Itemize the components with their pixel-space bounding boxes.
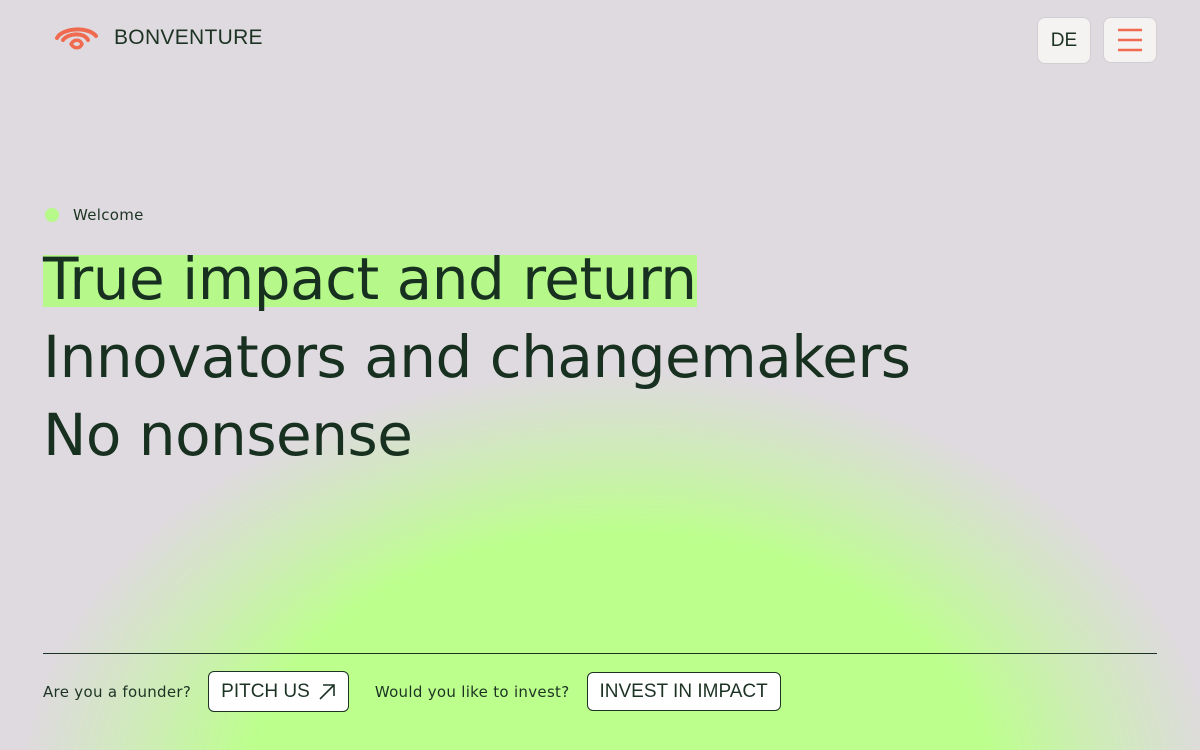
bonventure-logo-icon bbox=[55, 27, 98, 50]
cta-row: Are you a founder? PITCH US Would you li… bbox=[43, 671, 781, 712]
headline-line-2: Innovators and changemakers bbox=[43, 323, 911, 391]
hero-section: Welcome True impact and return Innovator… bbox=[43, 204, 1153, 474]
arrow-up-right-icon bbox=[319, 683, 335, 700]
eyebrow: Welcome bbox=[43, 204, 1153, 226]
invest-in-impact-button[interactable]: INVEST IN IMPACT bbox=[586, 672, 781, 711]
headline-line-1: True impact and return bbox=[43, 240, 1153, 318]
brand-name: BONVENTURE bbox=[114, 26, 263, 49]
investor-question: Would you like to invest? bbox=[374, 682, 570, 701]
home-logo-link[interactable]: BONVENTURE bbox=[54, 24, 263, 52]
headline-line-3: No nonsense bbox=[43, 401, 413, 469]
invest-in-impact-label: INVEST IN IMPACT bbox=[599, 680, 768, 702]
status-dot-icon bbox=[45, 208, 59, 222]
headline-highlight: True impact and return bbox=[43, 245, 697, 313]
divider bbox=[43, 653, 1157, 654]
pitch-us-label: PITCH US bbox=[221, 680, 310, 702]
site-header: BONVENTURE DE bbox=[0, 0, 1200, 80]
hero-headline: True impact and return Innovators and ch… bbox=[43, 240, 1153, 474]
pitch-us-button[interactable]: PITCH US bbox=[208, 671, 349, 712]
menu-button[interactable] bbox=[1103, 17, 1157, 63]
hamburger-menu-icon bbox=[1118, 28, 1142, 52]
eyebrow-label: Welcome bbox=[73, 206, 144, 224]
founder-question: Are you a founder? bbox=[43, 682, 192, 701]
language-switch-button[interactable]: DE bbox=[1037, 17, 1091, 64]
